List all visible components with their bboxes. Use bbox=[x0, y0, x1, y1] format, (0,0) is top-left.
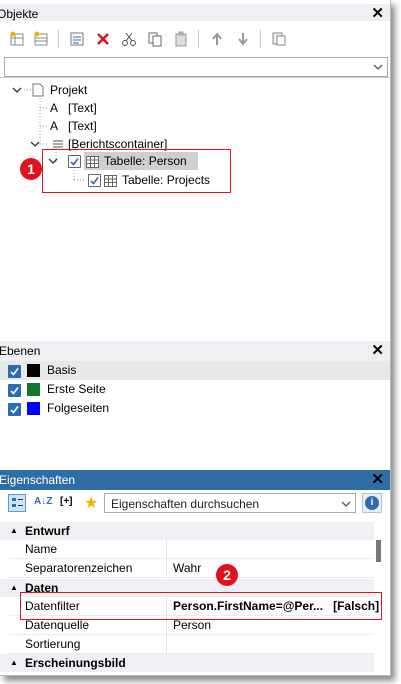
properties-search-input[interactable]: Eigenschaften durchsuchen bbox=[104, 493, 356, 513]
category-design[interactable]: ▲ Entwurf bbox=[0, 522, 374, 540]
checkbox[interactable] bbox=[8, 403, 21, 416]
objects-toolbar bbox=[0, 21, 390, 57]
layer-row[interactable]: Basis bbox=[0, 361, 390, 380]
collapse-triangle-icon[interactable]: ▲ bbox=[10, 654, 18, 672]
property-row-separator[interactable]: Separatorenzeichen Wahr bbox=[9, 559, 374, 578]
collapse-triangle-icon[interactable]: ▲ bbox=[10, 522, 18, 540]
checkbox[interactable] bbox=[8, 365, 21, 378]
highlight-box bbox=[20, 592, 382, 620]
close-icon[interactable]: ✕ bbox=[371, 341, 384, 361]
sort-az-icon[interactable]: A↓Z bbox=[34, 496, 52, 507]
layer-color-swatch bbox=[27, 402, 40, 415]
property-key: Name bbox=[25, 542, 58, 556]
callout-marker-1: 1 bbox=[20, 158, 42, 180]
cut-icon[interactable] bbox=[120, 30, 138, 48]
layer-row[interactable]: Erste Seite bbox=[0, 380, 390, 399]
close-icon[interactable]: ✕ bbox=[371, 470, 384, 490]
property-value[interactable] bbox=[166, 635, 173, 653]
layers-list: Basis Erste Seite Folgeseiten bbox=[0, 361, 390, 467]
checkbox[interactable] bbox=[8, 384, 21, 397]
property-value[interactable]: Wahr bbox=[166, 559, 201, 577]
property-row-name[interactable]: Name bbox=[9, 540, 374, 559]
tree-label: [Text] bbox=[68, 101, 97, 115]
expression-icon[interactable]: [+] bbox=[60, 496, 73, 507]
copy-to-icon[interactable] bbox=[270, 30, 288, 48]
tree-label: [Text] bbox=[68, 119, 97, 133]
layer-label: Basis bbox=[47, 363, 77, 377]
move-down-icon[interactable] bbox=[234, 30, 252, 48]
category-appearance[interactable]: ▲ Erscheinungsbild bbox=[0, 654, 374, 672]
layer-row[interactable]: Folgeseiten bbox=[0, 399, 390, 418]
text-object-icon: A bbox=[50, 101, 59, 115]
chevron-down-icon bbox=[373, 61, 383, 75]
new-table-icon[interactable] bbox=[8, 30, 26, 48]
property-row-sort[interactable]: Sortierung bbox=[9, 635, 374, 654]
layers-panel-title-text: Ebenen bbox=[0, 344, 41, 358]
collapse-triangle-icon[interactable]: ▲ bbox=[10, 579, 18, 597]
chevron-down-icon[interactable] bbox=[30, 135, 40, 158]
copy-icon[interactable] bbox=[146, 30, 164, 48]
layer-label: Folgeseiten bbox=[47, 401, 110, 415]
toolbar-separator bbox=[58, 30, 59, 48]
properties-panel-title-text: Eigenschaften bbox=[0, 473, 76, 487]
page-icon bbox=[32, 83, 44, 102]
new-table-2-icon[interactable] bbox=[32, 30, 50, 48]
tree-label: Projekt bbox=[50, 83, 88, 97]
object-tree: Projekt A [Text] A [Text] [Berichtsconta… bbox=[0, 77, 390, 338]
categorized-view-icon[interactable] bbox=[8, 494, 26, 512]
objects-panel-title-text: Objekte bbox=[0, 7, 39, 21]
layer-color-swatch bbox=[27, 364, 40, 377]
property-value[interactable] bbox=[166, 540, 173, 558]
object-filter-dropdown[interactable] bbox=[4, 57, 388, 77]
property-key: Separatorenzeichen bbox=[25, 561, 133, 575]
paste-icon[interactable] bbox=[172, 30, 190, 48]
properties-panel-title: Eigenschaften ✕ bbox=[0, 470, 390, 490]
move-up-icon[interactable] bbox=[208, 30, 226, 48]
category-label: Erscheinungsbild bbox=[25, 656, 126, 670]
info-icon: i bbox=[365, 496, 379, 510]
properties-panel: Eigenschaften ✕ A↓Z [+] ★ Eigenschaften … bbox=[0, 470, 390, 675]
callout-marker-2: 2 bbox=[216, 564, 238, 586]
layer-label: Erste Seite bbox=[47, 382, 106, 396]
chevron-down-icon[interactable] bbox=[12, 81, 22, 104]
designer-window: Objekte ✕ Projekt A [Text] A [Text] [Ber… bbox=[0, 0, 391, 676]
scrollbar-thumb[interactable] bbox=[376, 540, 381, 562]
info-button[interactable]: i bbox=[362, 493, 382, 513]
layers-panel-title: Ebenen ✕ bbox=[0, 341, 390, 361]
property-grid: ▲ Entwurf Name Separatorenzeichen Wahr ▲… bbox=[0, 522, 390, 675]
properties-toolbar: A↓Z [+] ★ Eigenschaften durchsuchen i bbox=[0, 490, 390, 518]
highlight-box bbox=[42, 149, 231, 193]
star-icon[interactable]: ★ bbox=[84, 493, 98, 513]
properties-icon[interactable] bbox=[68, 30, 86, 48]
delete-icon[interactable] bbox=[94, 30, 112, 48]
layer-color-swatch bbox=[27, 383, 40, 396]
text-object-icon: A bbox=[50, 119, 59, 133]
toolbar-separator bbox=[198, 30, 199, 48]
search-placeholder: Eigenschaften durchsuchen bbox=[111, 497, 260, 511]
chevron-down-icon[interactable] bbox=[341, 494, 351, 520]
property-key: Sortierung bbox=[25, 637, 81, 651]
toolbar-separator bbox=[260, 30, 261, 48]
category-label: Entwurf bbox=[25, 524, 70, 538]
